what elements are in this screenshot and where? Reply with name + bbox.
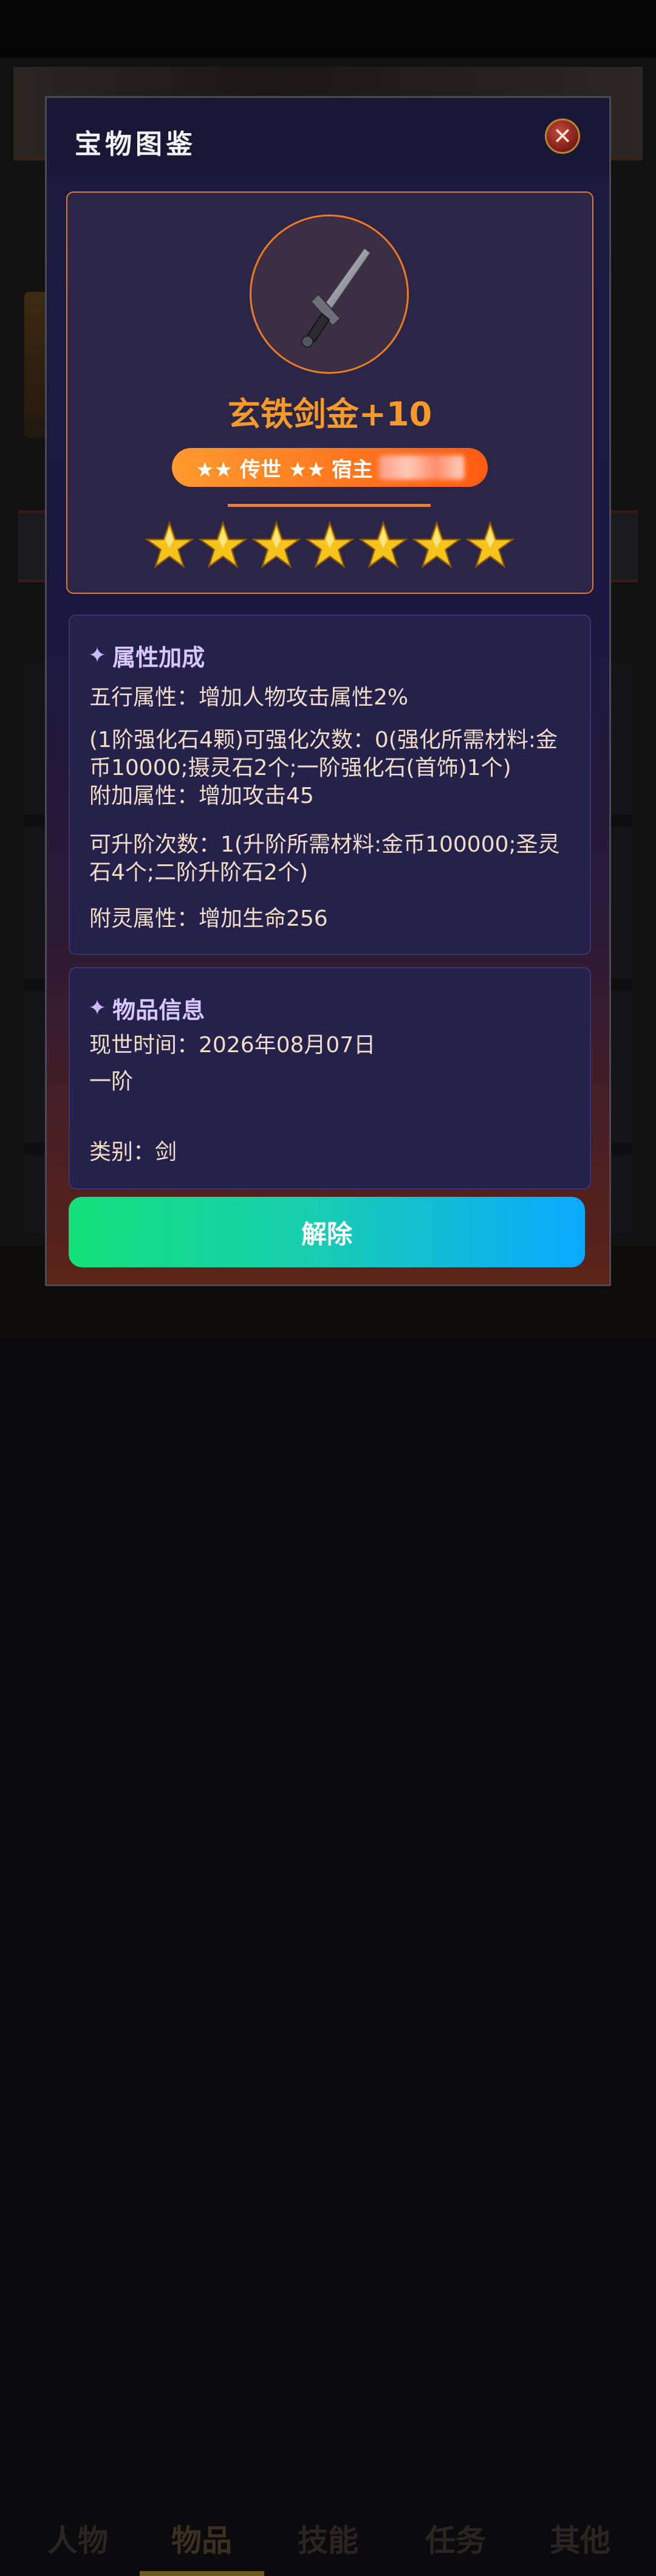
rank-divider [228,504,431,507]
attribute-line: 附灵属性：增加生命256 [89,906,328,931]
appear-time: 现世时间：2026年08月07日 [89,1033,376,1058]
item-tier: 一阶 [89,1069,134,1094]
tab-items[interactable]: 物品 [171,2516,232,2560]
sparkle-icon: ✦ [88,643,107,668]
star-icon [359,521,408,569]
attributes-panel: ✦ 属性加成 五行属性：增加人物攻击属性2% (1阶强化石4颗)可强化次数：0(… [69,615,591,955]
star-icon [306,521,354,569]
item-card: 玄铁剑金+10 ★★ 传世 ★★ 宿主 [66,191,593,594]
star-icon [145,521,194,569]
item-icon-frame [250,215,409,374]
sword-icon [301,247,372,348]
attributes-title-text: 属性加成 [112,644,205,671]
attributes-title: ✦ 属性加成 [88,639,205,672]
attribute-line: 可升阶次数：1(升阶所需材料:金币100000;圣灵石4个;二阶升阶石2个) [89,832,560,885]
treasure-catalog-modal: 宝物图鉴 ✕ 玄铁剑金+10 ★★ 传世 ★★ 宿主 ✦ 属性加成 五行属性：增… [45,96,611,1286]
modal-title: 宝物图鉴 [75,129,196,160]
modal-header: 宝物图鉴 ✕ [47,98,609,176]
attribute-line: 附加属性：增加攻击45 [89,783,314,808]
tab-character[interactable]: 人物 [47,2516,108,2560]
rank-label: ★★ 传世 ★★ [196,457,326,482]
star-rating [67,521,592,570]
release-button[interactable]: 解除 [69,1197,585,1267]
star-icon [199,521,247,569]
active-tab-indicator [140,2571,264,2576]
item-info-panel: ✦ 物品信息 现世时间：2026年08月07日 一阶 类别：剑 [69,967,591,1190]
tab-other[interactable]: 其他 [550,2516,610,2560]
status-bar-area [0,0,656,58]
rank-badge: ★★ 传世 ★★ 宿主 [172,448,488,487]
attribute-line: (1阶强化石4颗)可强化次数：0(强化所需材料:金币10000;摄灵石2个;一阶… [89,728,558,780]
item-category: 类别：剑 [89,1140,177,1165]
star-icon [466,521,514,569]
info-title-text: 物品信息 [112,997,205,1024]
tab-skills[interactable]: 技能 [298,2516,358,2560]
close-button[interactable]: ✕ [545,119,580,154]
item-name: 玄铁剑金+10 [227,395,432,433]
attribute-line: 五行属性：增加人物攻击属性2% [89,685,409,710]
sparkle-icon: ✦ [88,996,107,1021]
close-x-icon: ✕ [553,123,572,150]
owner-label: 宿主 [331,457,373,482]
star-icon [252,521,301,569]
star-icon [412,521,461,569]
info-title: ✦ 物品信息 [88,991,205,1025]
owner-name-redacted [378,455,464,480]
tab-tasks[interactable]: 任务 [425,2516,486,2560]
